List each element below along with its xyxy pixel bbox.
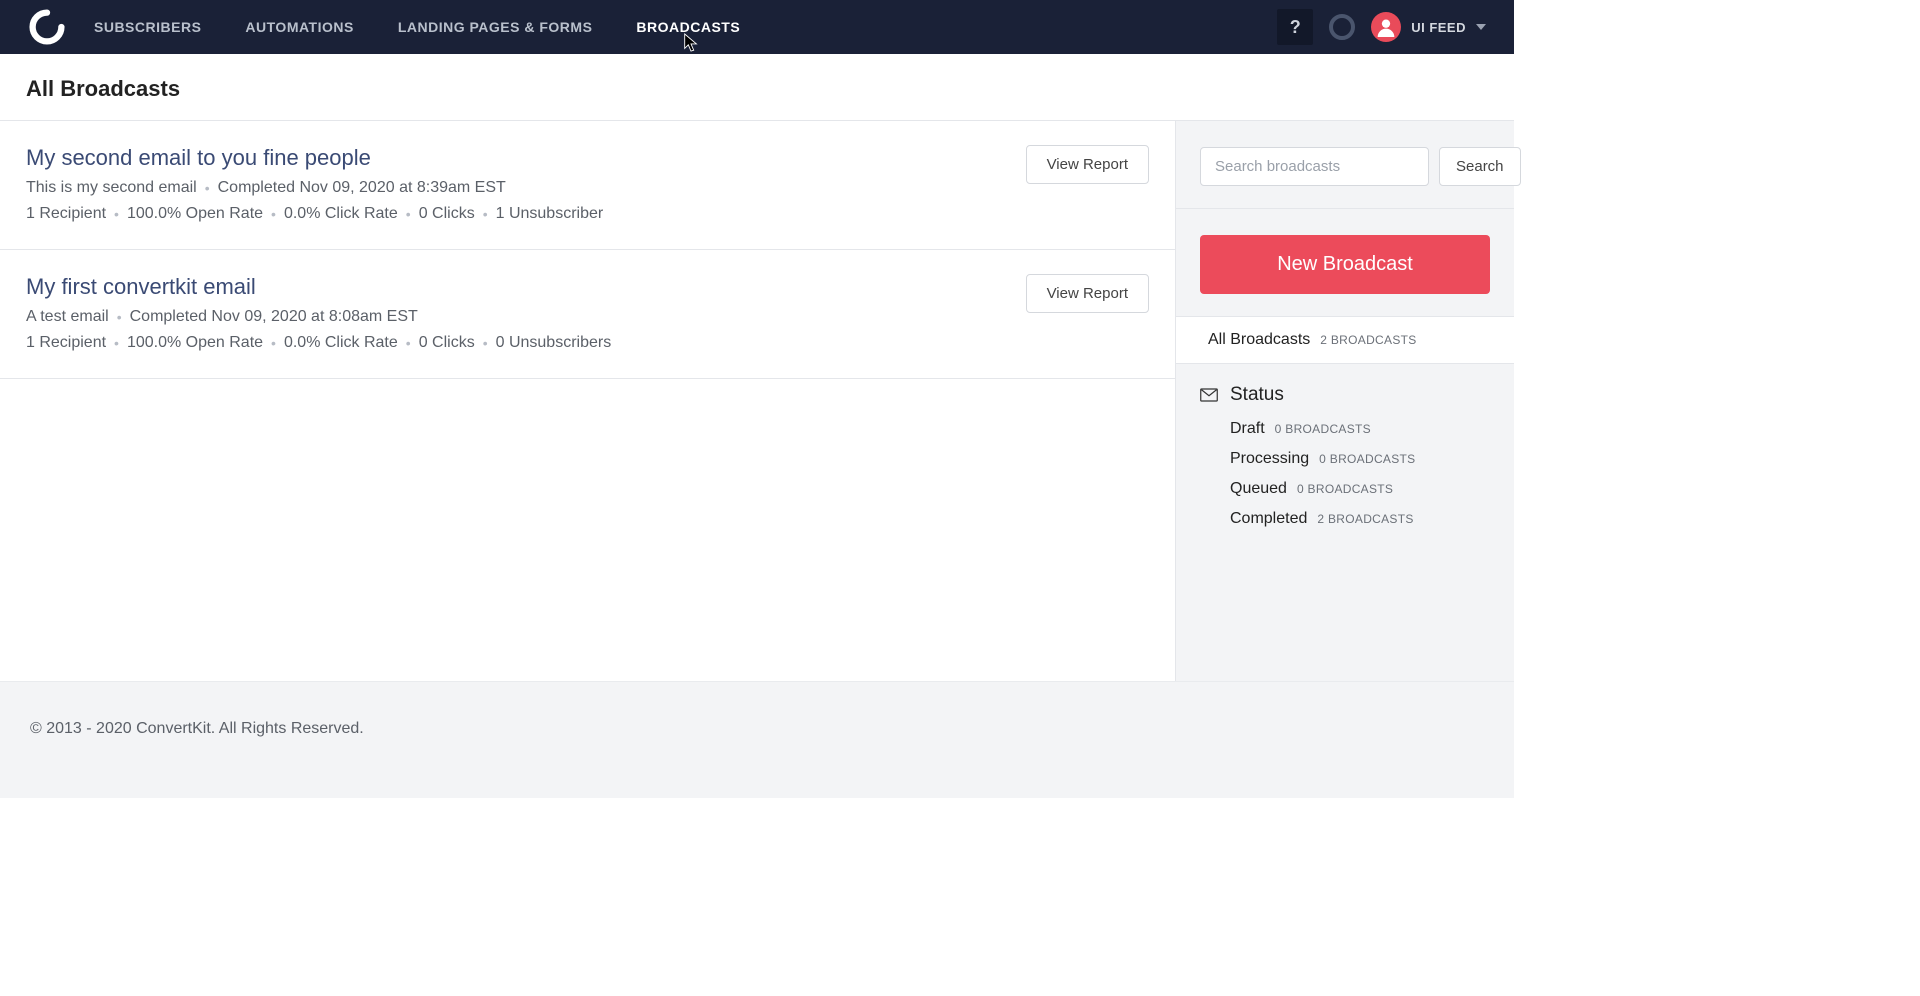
dot-separator: • [117, 309, 122, 325]
dot-separator: • [483, 335, 488, 351]
page-header: All Broadcasts [0, 54, 1514, 121]
broadcast-meta: This is my second email • Completed Nov … [26, 179, 1006, 197]
status-list: Draft 0 BROADCASTS Processing 0 BROADCAS… [1200, 420, 1490, 528]
dot-separator: • [114, 206, 119, 222]
broadcast-meta: A test email • Completed Nov 09, 2020 at… [26, 308, 1006, 326]
stat-clicks: 0 Clicks [419, 205, 475, 223]
broadcast-preview: A test email [26, 308, 109, 326]
stat-click-rate: 0.0% Click Rate [284, 334, 398, 352]
user-name-label: UI FEED [1411, 20, 1466, 35]
avatar-icon [1376, 17, 1396, 37]
footer: © 2013 - 2020 ConvertKit. All Rights Res… [0, 681, 1514, 798]
nav-items: SUBSCRIBERS AUTOMATIONS LANDING PAGES & … [94, 19, 740, 35]
help-button[interactable]: ? [1277, 9, 1313, 45]
search-button[interactable]: Search [1439, 147, 1521, 186]
dot-separator: • [114, 335, 119, 351]
dot-separator: • [205, 180, 210, 196]
status-draft[interactable]: Draft 0 BROADCASTS [1230, 420, 1490, 438]
status-title: Status [1230, 384, 1284, 406]
filter-all-label: All Broadcasts [1208, 331, 1310, 349]
broadcast-info: My first convertkit email A test email •… [26, 274, 1006, 352]
view-report-button[interactable]: View Report [1026, 145, 1149, 184]
body: My second email to you fine people This … [0, 121, 1514, 681]
broadcast-info: My second email to you fine people This … [26, 145, 1006, 223]
chevron-down-icon [1476, 24, 1486, 30]
filter-all-count: 2 BROADCASTS [1320, 333, 1416, 347]
status-count: 0 BROADCASTS [1319, 452, 1415, 466]
dot-separator: • [406, 335, 411, 351]
stat-unsubscribers: 0 Unsubscribers [496, 334, 612, 352]
avatar [1371, 12, 1401, 42]
logo[interactable] [28, 8, 66, 46]
status-completed[interactable]: Completed 2 BROADCASTS [1230, 510, 1490, 528]
status-label: Draft [1230, 420, 1265, 438]
status-processing[interactable]: Processing 0 BROADCASTS [1230, 450, 1490, 468]
broadcast-completed: Completed Nov 09, 2020 at 8:08am EST [130, 308, 418, 326]
page-title: All Broadcasts [26, 76, 1488, 102]
nav-right: ? UI FEED [1277, 9, 1486, 45]
search-block: Search [1176, 121, 1514, 209]
status-queued[interactable]: Queued 0 BROADCASTS [1230, 480, 1490, 498]
status-label: Queued [1230, 480, 1287, 498]
convertkit-logo-icon [29, 9, 65, 45]
new-broadcast-block: New Broadcast [1176, 209, 1514, 317]
filter-all-broadcasts[interactable]: All Broadcasts 2 BROADCASTS [1176, 317, 1514, 364]
stat-recipients: 1 Recipient [26, 334, 106, 352]
dot-separator: • [483, 206, 488, 222]
broadcast-stats: 1 Recipient • 100.0% Open Rate • 0.0% Clic… [26, 334, 1006, 352]
dot-separator: • [271, 206, 276, 222]
status-count: 0 BROADCASTS [1297, 482, 1393, 496]
status-header: Status [1200, 384, 1490, 406]
broadcast-title[interactable]: My first convertkit email [26, 274, 1006, 300]
view-report-button[interactable]: View Report [1026, 274, 1149, 313]
status-label: Processing [1230, 450, 1309, 468]
broadcast-list: My second email to you fine people This … [0, 121, 1176, 681]
sidebar: Search New Broadcast All Broadcasts 2 BR… [1176, 121, 1514, 681]
nav-subscribers[interactable]: SUBSCRIBERS [94, 19, 201, 35]
status-ring-icon[interactable] [1329, 14, 1355, 40]
status-count: 2 BROADCASTS [1317, 512, 1413, 526]
status-block: Status Draft 0 BROADCASTS Processing 0 B… [1176, 364, 1514, 552]
broadcast-row: My first convertkit email A test email •… [0, 250, 1175, 379]
broadcast-completed: Completed Nov 09, 2020 at 8:39am EST [218, 179, 506, 197]
broadcast-stats: 1 Recipient • 100.0% Open Rate • 0.0% Clic… [26, 205, 1006, 223]
nav-broadcasts[interactable]: BROADCASTS [636, 19, 740, 35]
top-nav: SUBSCRIBERS AUTOMATIONS LANDING PAGES & … [0, 0, 1514, 54]
stat-recipients: 1 Recipient [26, 205, 106, 223]
user-menu[interactable]: UI FEED [1371, 12, 1486, 42]
new-broadcast-button[interactable]: New Broadcast [1200, 235, 1490, 294]
stat-open-rate: 100.0% Open Rate [127, 205, 263, 223]
nav-landing-pages-forms[interactable]: LANDING PAGES & FORMS [398, 19, 593, 35]
broadcast-preview: This is my second email [26, 179, 197, 197]
broadcast-title[interactable]: My second email to you fine people [26, 145, 1006, 171]
status-count: 0 BROADCASTS [1275, 422, 1371, 436]
broadcast-row: My second email to you fine people This … [0, 121, 1175, 250]
stat-unsubscribers: 1 Unsubscriber [496, 205, 604, 223]
stat-click-rate: 0.0% Click Rate [284, 205, 398, 223]
footer-copyright: © 2013 - 2020 ConvertKit. All Rights Res… [30, 720, 364, 737]
status-label: Completed [1230, 510, 1307, 528]
envelope-icon [1200, 388, 1218, 402]
stat-clicks: 0 Clicks [419, 334, 475, 352]
search-input[interactable] [1200, 147, 1429, 186]
dot-separator: • [271, 335, 276, 351]
nav-automations[interactable]: AUTOMATIONS [245, 19, 353, 35]
stat-open-rate: 100.0% Open Rate [127, 334, 263, 352]
dot-separator: • [406, 206, 411, 222]
